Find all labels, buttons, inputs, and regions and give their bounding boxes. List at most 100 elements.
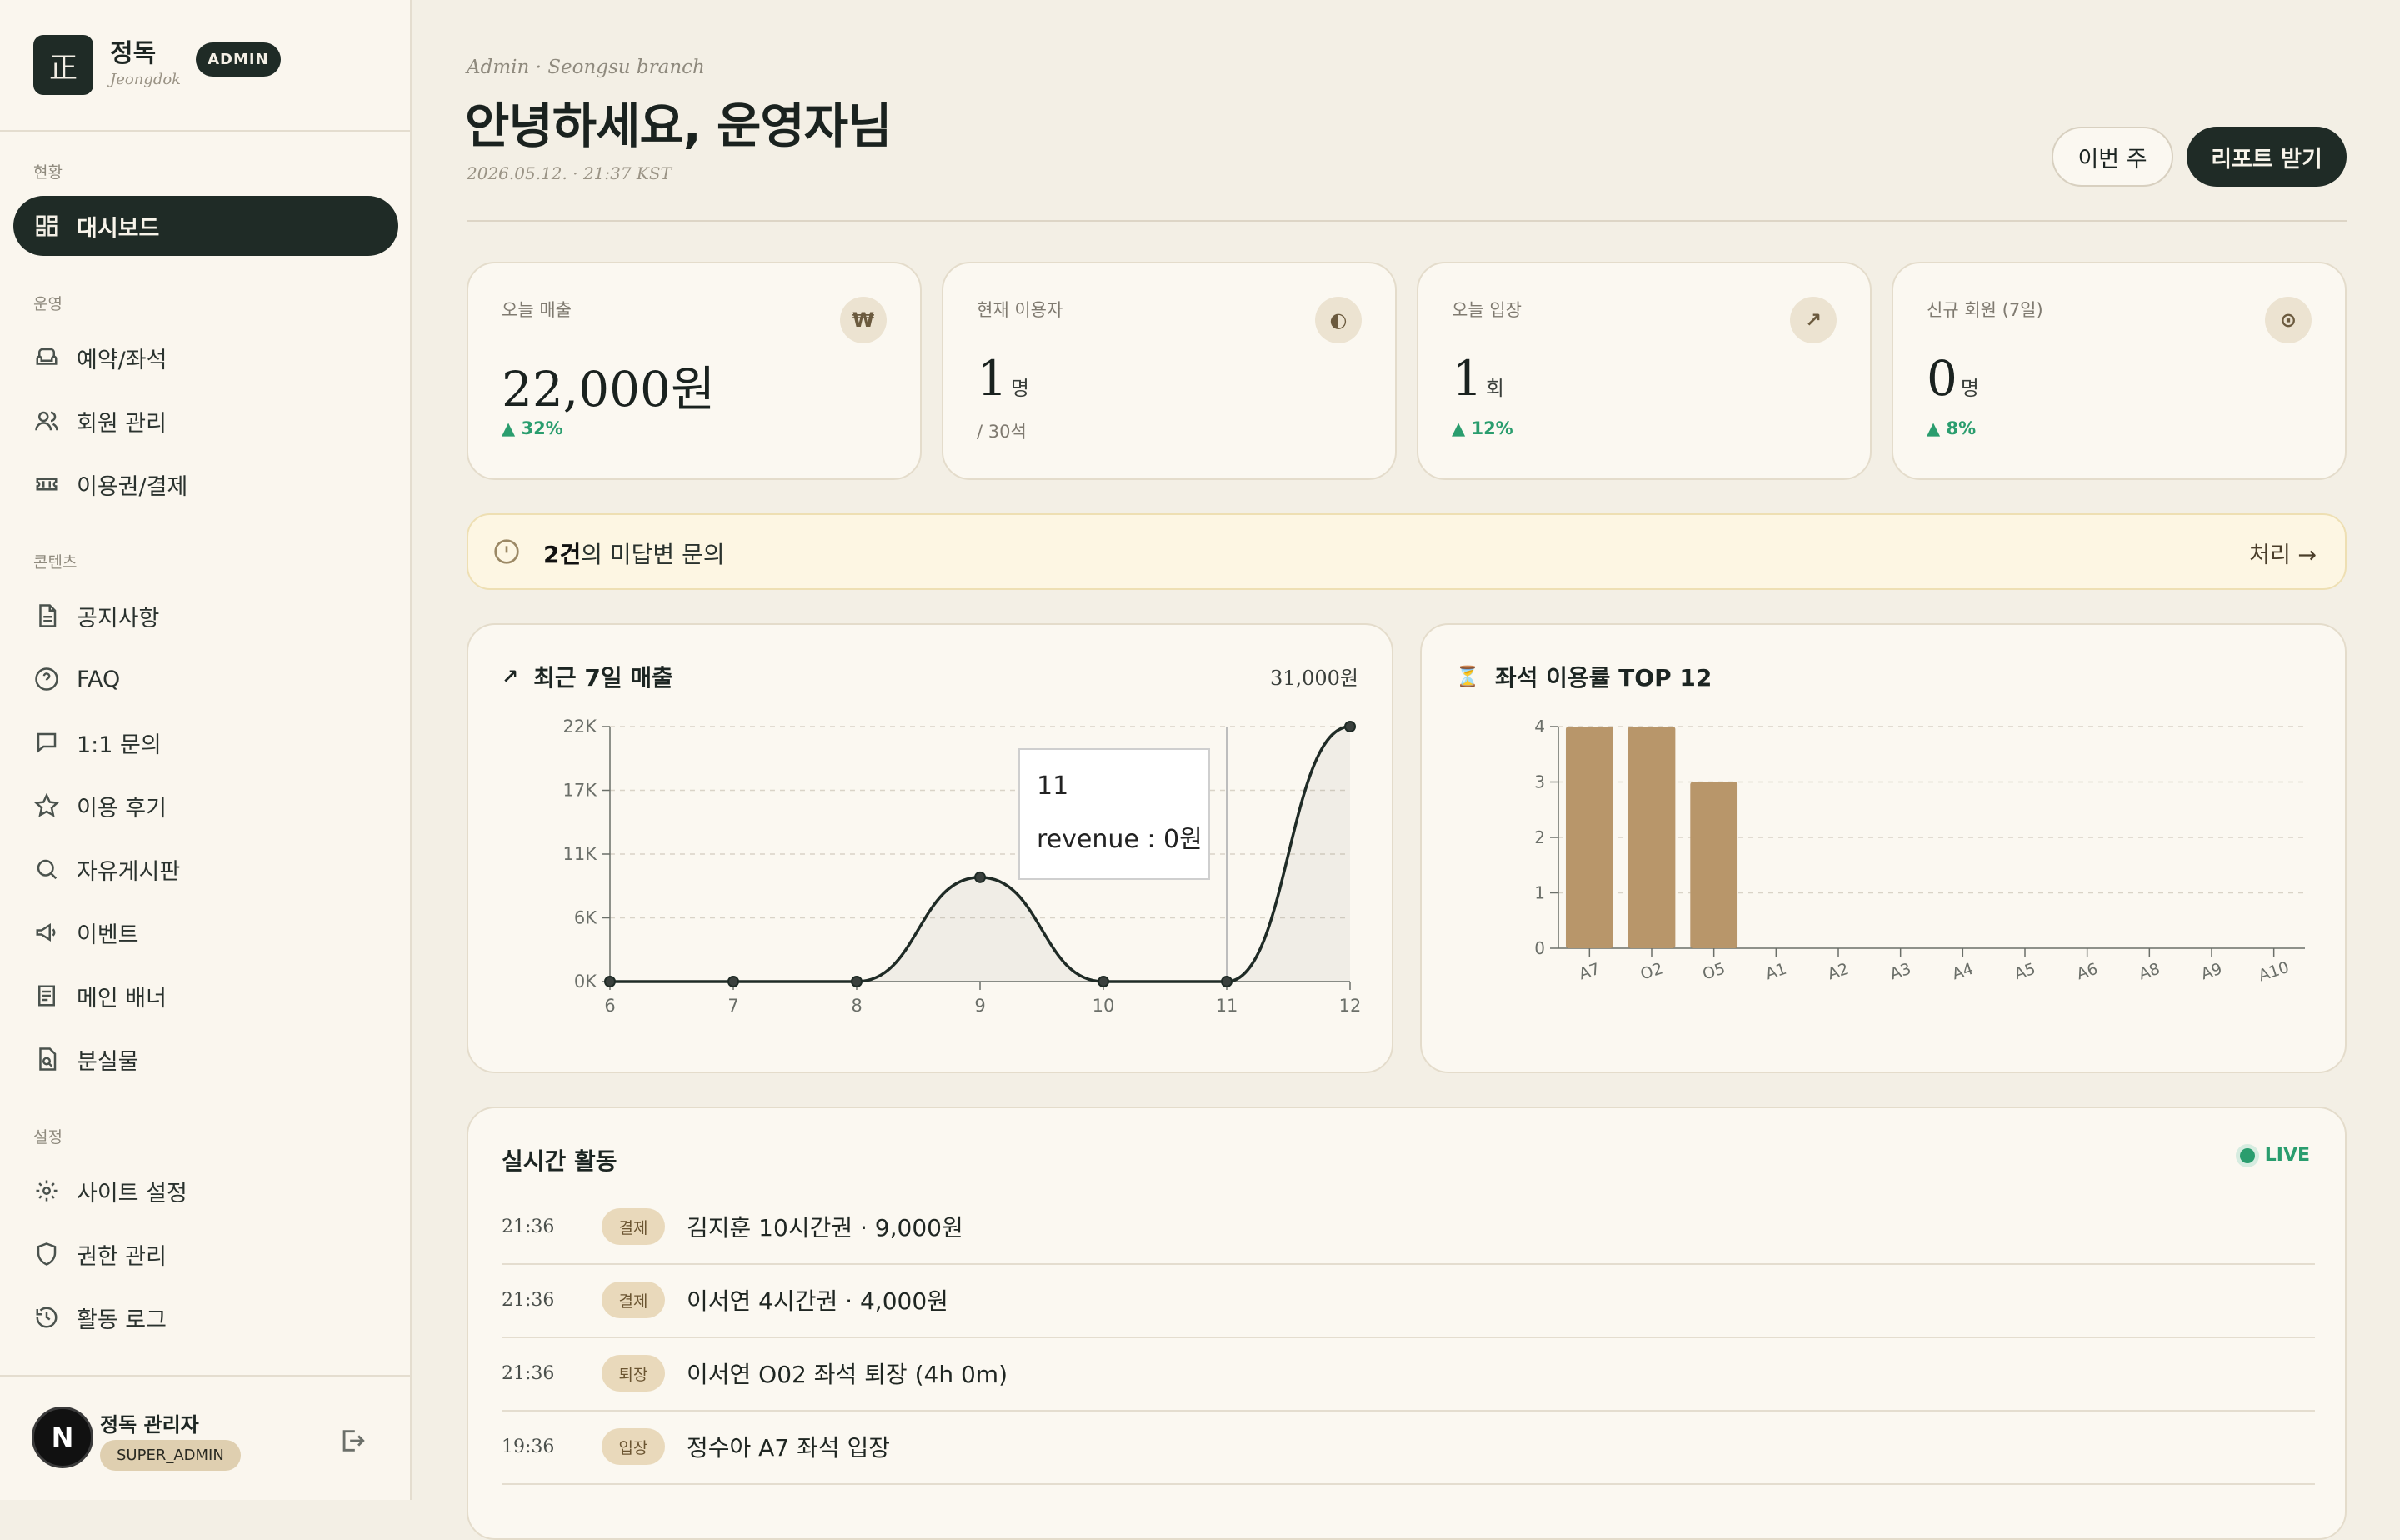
data-point — [974, 871, 986, 883]
sidebar-item-notice[interactable]: 공지사항 — [13, 586, 398, 646]
x-tick-label: A6 — [2074, 960, 2100, 984]
sidebar-item-lost-found[interactable]: 분실물 — [13, 1029, 398, 1089]
history-icon — [33, 1304, 60, 1331]
sidebar-item-label: 1:1 문의 — [77, 732, 162, 758]
avatar[interactable]: N — [32, 1407, 93, 1468]
sidebar-item-label: FAQ — [77, 666, 121, 692]
target-icon: ⊙ — [2265, 297, 2312, 343]
stat-card-current-users: 현재 이용자 ◐ 1명 / 30석 — [942, 262, 1397, 480]
stat-label: 신규 회원 (7일) — [1927, 300, 2043, 320]
sidebar-item-faq[interactable]: FAQ — [13, 649, 398, 709]
unanswered-inquiry-alert: 2건의 미답변 문의 처리 → — [467, 513, 2347, 590]
x-tick-label: A1 — [1763, 960, 1789, 984]
app-root: 正 정독 Jeongdok ADMIN 현황 대시보드 운영 예약/좌석 회원 … — [0, 0, 2400, 1540]
data-point — [728, 976, 739, 988]
x-tick-label: A2 — [1826, 960, 1852, 984]
stat-change: ▲ 12% — [1452, 418, 1513, 438]
activity-tag: 결제 — [602, 1282, 665, 1318]
x-tick-label: A5 — [2012, 960, 2038, 984]
activity-row[interactable]: 21:36 결제 이서연 4시간권 · 4,000원 — [502, 1263, 2315, 1338]
bar-O5 — [1690, 782, 1738, 948]
revenue-chart-card: ↗ 최근 7일 매출 31,000원 0K 6K 11K 17K 22K 6 7 8 9 10 11 1… — [467, 623, 1393, 1073]
sidebar-item-permissions[interactable]: 권한 관리 — [13, 1224, 398, 1284]
stat-card-new-members: 신규 회원 (7일) ⊙ 0명 ▲ 8% — [1892, 262, 2347, 480]
data-point — [1344, 721, 1356, 732]
x-tick-label: A10 — [2257, 958, 2292, 985]
alert-message: 의 미답변 문의 — [581, 541, 725, 568]
stat-label: 오늘 매출 — [502, 300, 572, 320]
sidebar-item-inquiry[interactable]: 1:1 문의 — [13, 712, 398, 772]
sidebar-item-label: 이벤트 — [77, 922, 139, 948]
sidebar-item-label: 회원 관리 — [77, 410, 167, 437]
seat-usage-chart-card: ⏳ 좌석 이용률 TOP 12 0 1 2 3 4 A7 O2 O5 A1 A2 A3 A4 A5 A6 A8… — [1420, 623, 2347, 1073]
page-title: 안녕하세요, 운영자님 — [465, 98, 892, 154]
gear-icon — [33, 1178, 60, 1204]
stat-change: ▲ 32% — [502, 418, 563, 438]
sidebar-item-dashboard[interactable]: 대시보드 — [13, 196, 398, 256]
stat-value: 1회 — [1452, 350, 1504, 407]
activity-description: 이서연 O02 좌석 퇴장 (4h 0m) — [687, 1361, 1008, 1388]
chart-tooltip: 11 revenue : 0원 — [1018, 748, 1210, 880]
activity-row[interactable]: 21:36 결제 김지훈 10시간권 · 9,000원 — [502, 1190, 2315, 1265]
alert-text: 2건의 미답변 문의 — [543, 537, 725, 570]
sidebar-item-banner[interactable]: 메인 배너 — [13, 966, 398, 1026]
brand-name: 정독 — [110, 39, 157, 68]
sidebar-item-reservation[interactable]: 예약/좌석 — [13, 328, 398, 388]
activity-tag: 결제 — [602, 1208, 665, 1245]
y-tick-label: 0 — [1534, 938, 1545, 958]
y-tick-label: 6K — [574, 908, 598, 928]
half-circle-icon: ◐ — [1315, 297, 1362, 343]
brand-text: 정독 Jeongdok — [110, 39, 181, 91]
stat-value: 22,000원 — [502, 350, 715, 420]
x-tick-label: 10 — [1092, 996, 1115, 1016]
stat-label: 현재 이용자 — [977, 300, 1063, 320]
nav-section-content: 콘텐츠 — [33, 553, 78, 572]
activity-row[interactable]: 19:36 입장 정수아 A7 좌석 입장 — [502, 1410, 2315, 1485]
y-tick-label: 1 — [1534, 883, 1545, 903]
y-tick-label: 17K — [563, 781, 598, 801]
y-tick-label: 11K — [563, 844, 598, 864]
activity-description: 이서연 4시간권 · 4,000원 — [687, 1288, 948, 1315]
x-tick-label: A4 — [1950, 960, 1976, 984]
data-point — [1221, 976, 1232, 988]
star-icon — [33, 792, 60, 819]
x-tick-label: 8 — [851, 996, 862, 1016]
seat-bar-chart[interactable]: 0 1 2 3 4 A7 O2 O5 A1 A2 A3 A4 A5 A6 A8 A9 A10 — [1422, 625, 2348, 1075]
lost-item-icon — [33, 1046, 60, 1072]
y-tick-label: 0K — [574, 972, 598, 992]
sidebar-item-label: 분실물 — [77, 1048, 139, 1075]
sidebar: 正 정독 Jeongdok ADMIN 현황 대시보드 운영 예약/좌석 회원 … — [0, 0, 412, 1500]
arrow-up-right-icon: ↗ — [1790, 297, 1837, 343]
stat-unit: 명 — [1010, 377, 1029, 400]
y-tick-label: 4 — [1534, 717, 1545, 737]
data-point — [1098, 976, 1109, 988]
y-tick-label: 22K — [563, 717, 598, 737]
ticket-icon — [33, 471, 60, 498]
brand-logo: 正 — [33, 35, 93, 95]
x-tick-label: O2 — [1638, 959, 1666, 983]
x-tick-label: A9 — [2199, 960, 2225, 984]
sidebar-item-tickets[interactable]: 이용권/결제 — [13, 454, 398, 514]
this-week-button[interactable]: 이번 주 — [2052, 127, 2173, 187]
x-tick-label: A7 — [1577, 960, 1602, 984]
sidebar-item-label: 이용권/결제 — [77, 473, 188, 500]
search-icon — [33, 856, 60, 882]
brand[interactable]: 正 정독 Jeongdok ADMIN — [33, 33, 281, 97]
revenue-line-chart[interactable]: 0K 6K 11K 17K 22K 6 7 8 9 10 11 12 — [468, 625, 1395, 1075]
sidebar-item-members[interactable]: 회원 관리 — [13, 391, 398, 451]
stat-card-revenue: 오늘 매출 ₩ 22,000원 ▲ 32% — [467, 262, 922, 480]
sidebar-item-board[interactable]: 자유게시판 — [13, 839, 398, 899]
shield-icon — [33, 1241, 60, 1268]
won-icon: ₩ — [840, 297, 887, 343]
sidebar-item-reviews[interactable]: 이용 후기 — [13, 776, 398, 836]
activity-row[interactable]: 21:36 퇴장 이서연 O02 좌석 퇴장 (4h 0m) — [502, 1337, 2315, 1412]
logout-icon[interactable] — [338, 1427, 368, 1457]
process-link[interactable]: 처리 → — [2249, 537, 2317, 569]
activity-tag: 입장 — [602, 1428, 665, 1465]
live-label: LIVE — [2264, 1145, 2310, 1166]
activity-tag: 퇴장 — [602, 1355, 665, 1392]
sidebar-item-events[interactable]: 이벤트 — [13, 902, 398, 962]
sidebar-item-site-settings[interactable]: 사이트 설정 — [13, 1161, 398, 1221]
sidebar-item-activity-log[interactable]: 활동 로그 — [13, 1288, 398, 1348]
get-report-button[interactable]: 리포트 받기 — [2187, 127, 2347, 187]
